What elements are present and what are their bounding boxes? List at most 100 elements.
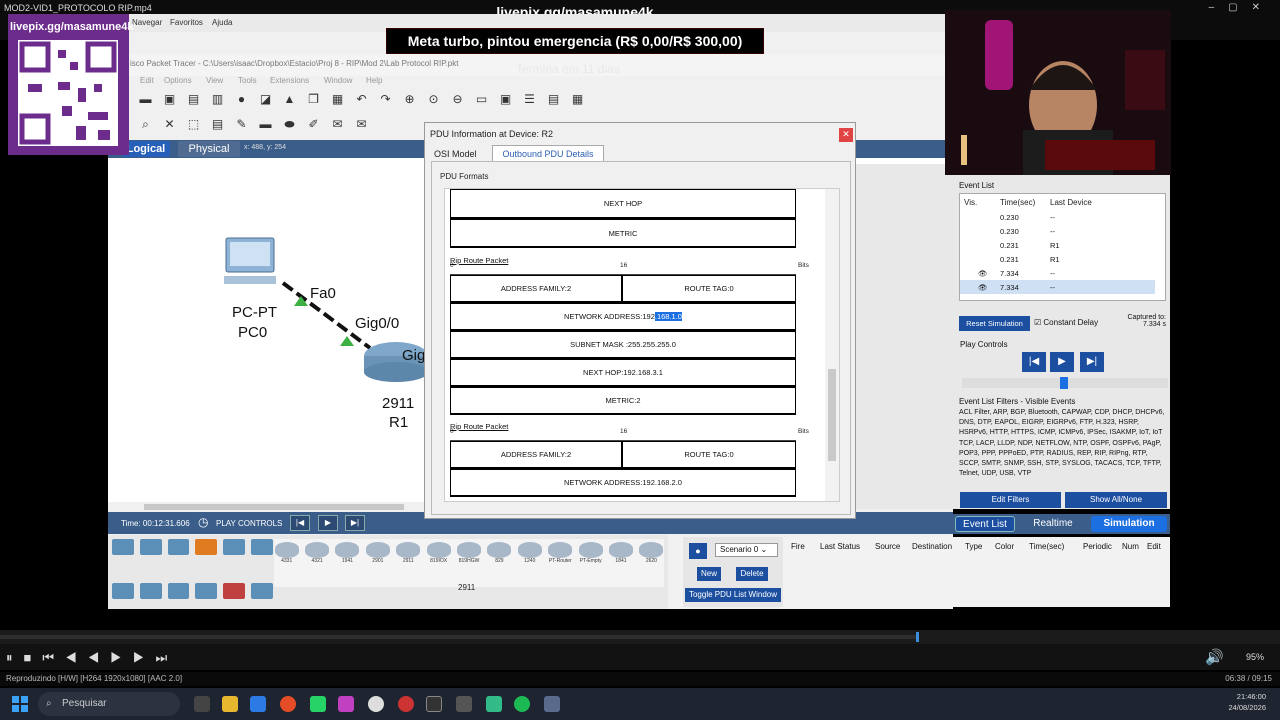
vscroll-thumb[interactable] — [828, 369, 836, 461]
event-row[interactable]: 👁 7.334 -- — [960, 266, 1155, 280]
tab-event-list[interactable]: Event List — [955, 516, 1015, 532]
event-row[interactable]: 0.231 R1 — [960, 252, 1155, 266]
selected-text[interactable]: .168.1.0 — [654, 312, 682, 321]
menu-options[interactable]: Options — [164, 76, 192, 85]
rectangle-icon[interactable]: ▬ — [256, 115, 275, 134]
windows-start-icon[interactable] — [12, 696, 28, 712]
skip-back-icon[interactable]: ◀◀ — [65, 650, 110, 665]
sim-play-button[interactable]: ▶ — [1050, 352, 1074, 372]
event-row[interactable]: 0.231 R1 — [960, 238, 1155, 252]
menu-help[interactable]: Help — [366, 76, 382, 85]
back-button[interactable]: |◀ — [290, 515, 310, 531]
delete-scenario-button[interactable]: Delete — [736, 567, 768, 581]
new-file-icon[interactable]: ▬ — [136, 90, 155, 109]
spotify-icon[interactable] — [514, 696, 530, 712]
image-icon[interactable]: ▦ — [568, 90, 587, 109]
app-window-icon[interactable] — [456, 696, 472, 712]
model-2901[interactable]: 2901 — [365, 539, 390, 587]
menu-ajuda[interactable]: Ajuda — [212, 18, 232, 27]
menu-view[interactable]: View — [206, 76, 223, 85]
constant-delay-checkbox[interactable]: ☑ Constant Delay — [1034, 318, 1098, 327]
model-1941[interactable]: 1941 — [335, 539, 360, 587]
menu-navegar[interactable]: Navegar — [132, 18, 162, 27]
tab-osi-model[interactable]: OSI Model — [434, 149, 477, 159]
hscroll-thumb[interactable] — [144, 504, 404, 510]
paste-icon[interactable]: ▦ — [328, 90, 347, 109]
menu-edit[interactable]: Edit — [140, 76, 154, 85]
menu-extensions[interactable]: Extensions — [270, 76, 309, 85]
pdu-vscroll[interactable] — [825, 189, 839, 501]
model-2620[interactable]: 2620 — [639, 539, 664, 587]
undo-icon[interactable]: ↶ — [352, 90, 371, 109]
tab-realtime[interactable]: Realtime — [1019, 516, 1087, 532]
skip-forward-icon[interactable]: ▶▶ — [110, 650, 155, 665]
reset-simulation-button[interactable]: Reset Simulation — [959, 316, 1030, 331]
edit-filters-button[interactable]: Edit Filters — [960, 492, 1061, 508]
model-829[interactable]: 829 — [487, 539, 512, 587]
rewind-icon[interactable]: ⏮ — [42, 650, 65, 665]
model-819iox[interactable]: 819IOX — [426, 539, 451, 587]
category-end-devices-icon[interactable] — [139, 539, 162, 555]
scenario-select[interactable]: Scenario 0 ⌄ — [715, 543, 778, 557]
whatsapp-icon[interactable] — [310, 696, 326, 712]
category-components-icon[interactable] — [167, 539, 190, 555]
pause-icon[interactable]: ⏸ — [6, 650, 24, 665]
tab-physical[interactable]: Physical — [178, 141, 240, 157]
event-row[interactable]: 0.230 -- — [960, 224, 1155, 238]
menu-tools[interactable]: Tools — [238, 76, 257, 85]
model-4321[interactable]: 4321 — [304, 539, 330, 587]
drawing-palette-icon[interactable]: ▭ — [472, 90, 491, 109]
chrome-icon[interactable] — [280, 696, 296, 712]
event-list-table[interactable]: Vis. Time(sec) Last Device 0.230 -- 0.230… — [959, 193, 1166, 301]
inspect-icon[interactable]: ⌕ — [136, 115, 155, 134]
seek-knob[interactable] — [915, 632, 919, 642]
slider-thumb[interactable] — [1060, 377, 1068, 389]
open-file-icon[interactable]: ▣ — [160, 90, 179, 109]
stop-icon[interactable]: ■ — [24, 650, 43, 665]
model-4331[interactable]: 4331 — [274, 539, 299, 587]
step-forward-button[interactable]: ▶| — [1080, 352, 1104, 372]
model-pt-empty[interactable]: PT-Empty — [578, 539, 603, 587]
ellipse-icon[interactable]: ⬬ — [280, 115, 299, 134]
category-connections-icon[interactable] — [195, 539, 218, 555]
file-explorer-icon[interactable] — [222, 696, 238, 712]
subcategory-wireless-icon[interactable] — [195, 583, 218, 599]
show-all-none-button[interactable]: Show All/None — [1065, 492, 1167, 508]
menu-window[interactable]: Window — [324, 76, 352, 85]
new-scenario-button[interactable]: New — [697, 567, 721, 581]
terminal-icon[interactable] — [426, 696, 442, 712]
play-speed-slider[interactable] — [962, 377, 1168, 389]
toggle-pdu-list-button[interactable]: Toggle PDU List Window — [685, 588, 781, 602]
event-row[interactable]: 0.230 -- — [960, 210, 1155, 224]
custom-device-icon[interactable]: ▣ — [496, 90, 515, 109]
event-row-selected[interactable]: 👁 7.334 -- — [960, 280, 1155, 294]
save-icon[interactable]: ▤ — [184, 90, 203, 109]
app-green-icon[interactable] — [486, 696, 502, 712]
step-back-button[interactable]: |◀ — [1022, 352, 1046, 372]
delete-icon[interactable]: ✕ — [160, 115, 179, 134]
activity-icon[interactable]: ▲ — [280, 90, 299, 109]
wizard-icon[interactable]: ◪ — [256, 90, 275, 109]
category-multiuser-icon[interactable] — [251, 539, 273, 555]
forward-button[interactable]: ▶| — [345, 515, 365, 531]
list-icon[interactable]: ☰ — [520, 90, 539, 109]
subcategory-hubs-icon[interactable] — [167, 583, 190, 599]
task-view-icon[interactable] — [194, 696, 210, 712]
copy-icon[interactable]: ❐ — [304, 90, 323, 109]
store-icon[interactable] — [250, 696, 266, 712]
model-1240[interactable]: 1240 — [517, 539, 542, 587]
obs-icon[interactable] — [398, 696, 414, 712]
info-button[interactable]: ● — [689, 543, 707, 559]
seek-bar[interactable] — [0, 630, 1280, 644]
note-icon[interactable]: ▤ — [208, 115, 227, 134]
window-controls[interactable]: –▢✕ — [1209, 2, 1274, 13]
play-button[interactable]: ▶ — [318, 515, 338, 531]
next-icon[interactable]: ⏭ — [155, 650, 178, 665]
freeform-icon[interactable]: ✐ — [304, 115, 323, 134]
model-1841[interactable]: 1841 — [608, 539, 633, 587]
pencil-icon[interactable]: ✎ — [232, 115, 251, 134]
subcategory-wan-icon[interactable] — [251, 583, 273, 599]
resize-icon[interactable]: ⬚ — [184, 115, 203, 134]
subcategory-switches-icon[interactable] — [139, 583, 162, 599]
pdu-formats-scroll[interactable]: NEXT HOP METRIC Rip Route Packet 0 16 Bits… — [444, 188, 840, 502]
